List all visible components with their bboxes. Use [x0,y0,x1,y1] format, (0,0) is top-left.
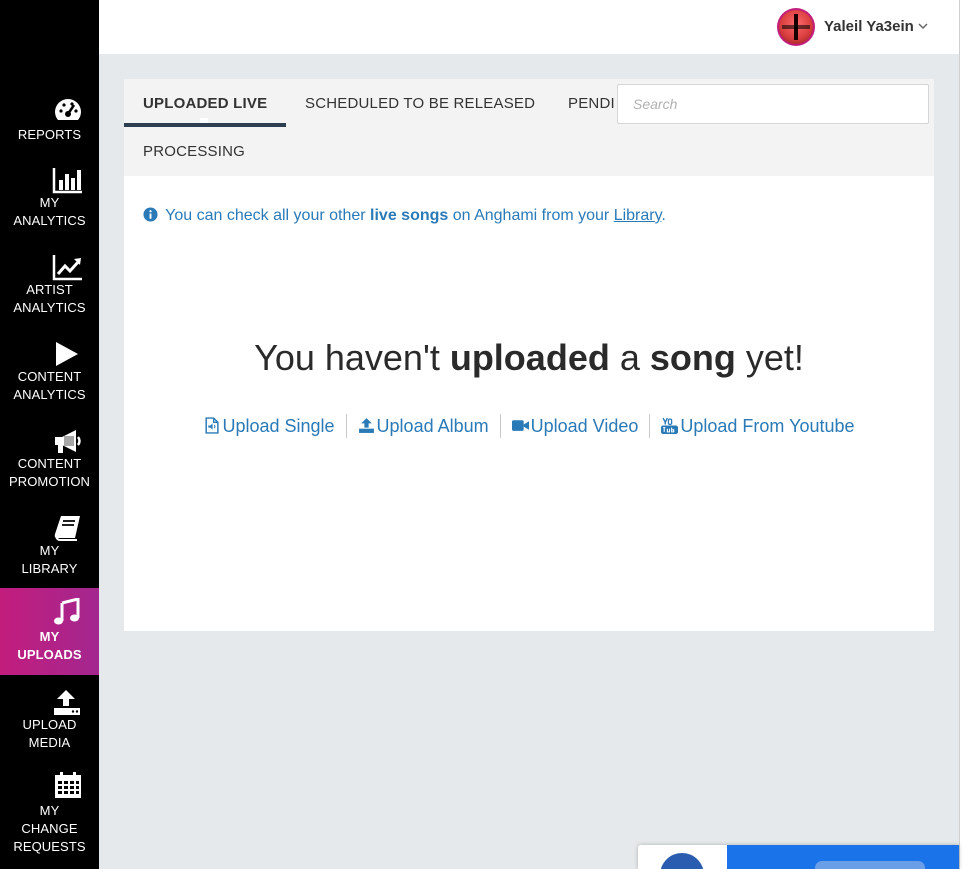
music-note-icon [52,598,84,626]
sidebar-item-label: CONTENT ANALYTICS [13,369,86,402]
widget-banner [727,845,959,869]
library-link[interactable]: Library [614,207,662,224]
sidebar-item-content-analytics[interactable]: CONTENT ANALYTICS [0,332,99,419]
sidebar-item-label: MY UPLOADS [17,629,82,662]
sidebar-item-label: MY LIBRARY [21,543,78,576]
tab-processing[interactable]: PROCESSING [143,143,245,160]
sidebar-item-my-change-requests[interactable]: MY CHANGE REQUESTS [0,767,99,869]
recaptcha-widget[interactable] [638,845,959,869]
recaptcha-icon [660,853,704,869]
tab-scheduled[interactable]: SCHEDULED TO BE RELEASED [305,95,535,112]
avatar-image [779,10,813,44]
tab-pending[interactable]: PENDING [568,95,616,112]
sidebar-item-content-promotion[interactable]: CONTENT PROMOTION [0,419,99,506]
line-chart-icon [52,253,84,281]
upload-video-button[interactable]: Upload Video [501,416,650,437]
sidebar-item-my-library[interactable]: MY LIBRARY [0,506,99,593]
username[interactable]: Yaleil Ya3ein [824,18,914,35]
youtube-icon [661,417,679,434]
upload-tray-icon [52,688,84,716]
upload-album-button[interactable]: Upload Album [347,416,500,437]
sidebar: REPORTS MY ANALYTICS ARTIST ANALYTICS CONT… [0,0,99,869]
active-tab-indicator [124,118,286,127]
sidebar-item-label: MY CHANGE REQUESTS [13,803,86,854]
sidebar-item-my-uploads[interactable]: MY UPLOADS [0,588,99,675]
uploads-panel: UPLOADED LIVE SCHEDULED TO BE RELEASED P… [124,79,934,631]
calendar-icon [52,771,84,799]
video-camera-icon [511,419,529,431]
info-emphasis: live songs [370,207,449,224]
upload-single-button[interactable]: Upload Single [192,416,345,437]
sidebar-item-label: UPLOAD MEDIA [22,717,77,750]
info-icon [143,207,158,222]
sidebar-item-artist-analytics[interactable]: ARTIST ANALYTICS [0,245,99,332]
sidebar-item-label: REPORTS [17,127,82,142]
upload-actions: Upload Single Upload Album Upload Video … [124,414,934,438]
book-icon [52,514,84,542]
upload-youtube-button[interactable]: Upload From Youtube [650,416,865,437]
upload-icon [358,417,374,433]
scrollbar[interactable] [959,0,969,869]
info-message: You can check all your other live songs … [143,207,666,225]
widget-pill [815,861,925,869]
sidebar-item-upload-media[interactable]: UPLOAD MEDIA [0,680,99,767]
play-icon [52,340,84,368]
audio-file-icon [205,416,220,434]
sidebar-item-label: MY ANALYTICS [13,195,86,228]
tab-uploaded-live[interactable]: UPLOADED LIVE [143,95,267,112]
tab-bar: UPLOADED LIVE SCHEDULED TO BE RELEASED P… [124,79,934,176]
sidebar-item-my-analytics[interactable]: MY ANALYTICS [0,158,99,245]
chevron-down-icon[interactable] [917,20,929,32]
empty-state-message: You haven't uploaded a song yet! [254,337,804,378]
dashboard-gauge-icon [52,96,84,124]
megaphone-icon [52,427,84,455]
bar-chart-icon [52,166,84,194]
sidebar-item-label: ARTIST ANALYTICS [13,282,86,315]
search-input[interactable] [617,84,929,124]
top-bar: Yaleil Ya3ein [99,0,959,54]
widget-logo-area [638,845,727,869]
avatar[interactable] [777,8,815,46]
sidebar-item-label: CONTENT PROMOTION [8,456,91,489]
